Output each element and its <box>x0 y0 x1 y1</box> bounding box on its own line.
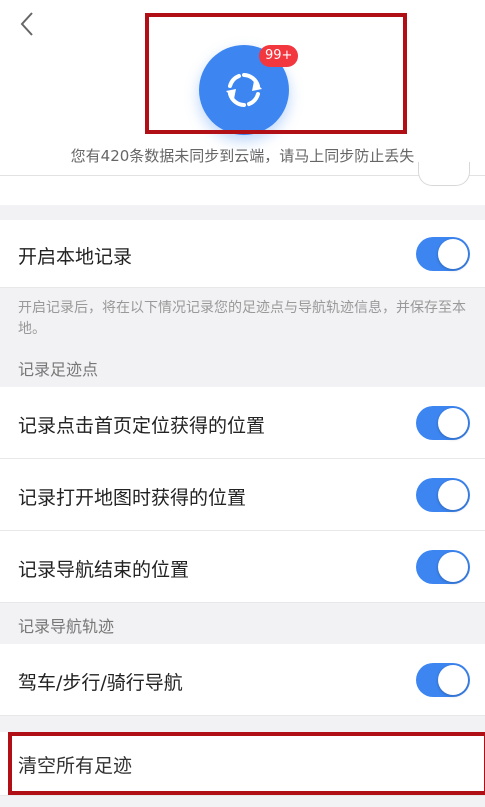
footprint-toggle[interactable] <box>416 550 470 584</box>
local-record-toggle[interactable] <box>416 237 470 271</box>
toggle-knob <box>438 665 468 695</box>
track-label: 驾车/步行/骑行导航 <box>18 672 183 694</box>
highlight-box-sync <box>145 13 407 134</box>
highlight-box-clear <box>8 732 485 795</box>
local-record-label: 开启本地记录 <box>18 246 133 268</box>
back-button[interactable] <box>14 10 42 38</box>
local-record-note: 开启记录后，将在以下情况记录您的足迹点与导航轨迹信息，并保存至本地。 <box>18 300 466 337</box>
footprint-row-nav-end[interactable]: 记录导航结束的位置 <box>0 531 485 603</box>
toggle-knob <box>438 480 468 510</box>
footprint-label: 记录点击首页定位获得的位置 <box>18 415 266 437</box>
divider <box>0 175 485 176</box>
footprint-row-home-locate[interactable]: 记录点击首页定位获得的位置 <box>0 387 485 459</box>
toggle-knob <box>438 408 468 438</box>
footprint-section-title: 记录足迹点 <box>18 360 99 379</box>
track-row-navigation[interactable]: 驾车/步行/骑行导航 <box>0 644 485 716</box>
footprint-label: 记录导航结束的位置 <box>18 559 190 581</box>
chevron-left-icon <box>20 12 33 36</box>
footprint-toggle[interactable] <box>416 478 470 512</box>
footprint-toggle[interactable] <box>416 406 470 440</box>
track-section-title: 记录导航轨迹 <box>18 617 115 636</box>
footprint-label: 记录打开地图时获得的位置 <box>18 487 247 509</box>
partial-toggle[interactable] <box>418 162 470 186</box>
sync-tip-text: 您有420条数据未同步到云端，请马上同步防止丢失 <box>70 147 415 165</box>
track-toggle[interactable] <box>416 663 470 697</box>
toggle-knob <box>438 239 468 269</box>
local-record-row[interactable]: 开启本地记录 <box>0 220 485 288</box>
toggle-knob <box>438 552 468 582</box>
footprint-row-open-map[interactable]: 记录打开地图时获得的位置 <box>0 459 485 531</box>
